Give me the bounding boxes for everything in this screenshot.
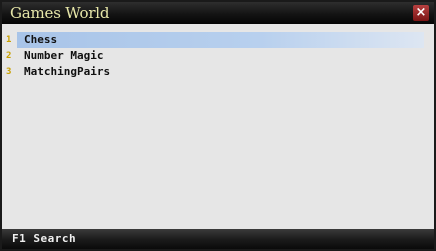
item-index: 1 <box>6 35 12 45</box>
item-label: MatchingPairs <box>24 65 111 78</box>
list-item-chess[interactable]: 1 Chess <box>2 32 434 48</box>
games-list: 1 Chess 2 Number Magic 3 MatchingPairs <box>2 32 434 80</box>
window-title: Games World <box>10 4 110 22</box>
item-label: Chess <box>24 33 58 46</box>
softkey-bar: F1 Search <box>2 229 434 249</box>
title-bar: Games World × <box>2 2 434 24</box>
item-label: Number Magic <box>24 49 104 62</box>
app-screen: Games World × 1 Chess 2 Number Magic 3 M… <box>0 0 436 251</box>
selection-highlight <box>17 32 424 48</box>
search-softkey[interactable]: F1 Search <box>12 231 76 247</box>
list-item-matchingpairs[interactable]: 3 MatchingPairs <box>2 64 434 80</box>
close-icon[interactable]: × <box>413 5 429 21</box>
item-index: 2 <box>6 51 12 61</box>
list-item-number-magic[interactable]: 2 Number Magic <box>2 48 434 64</box>
item-index: 3 <box>6 67 12 77</box>
